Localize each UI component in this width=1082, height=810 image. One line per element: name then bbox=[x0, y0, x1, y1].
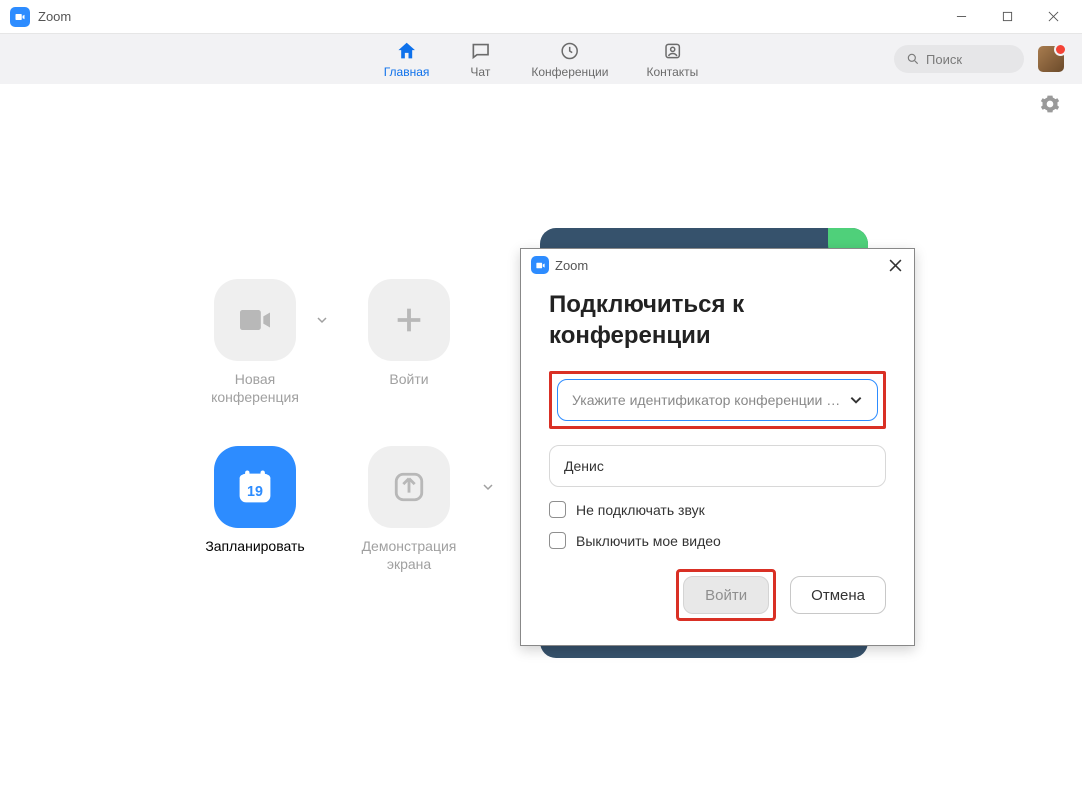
dialog-window-title: Zoom bbox=[555, 258, 588, 273]
nav-label: Контакты bbox=[646, 65, 698, 79]
nav-contacts[interactable]: Контакты bbox=[646, 40, 698, 79]
title-bar: Zoom bbox=[0, 0, 1082, 34]
nav-meetings[interactable]: Конференции bbox=[531, 40, 608, 79]
maximize-button[interactable] bbox=[984, 0, 1030, 34]
gear-icon bbox=[1040, 94, 1060, 114]
plus-icon bbox=[392, 303, 426, 337]
zoom-logo-icon bbox=[10, 7, 30, 27]
nav-label: Чат bbox=[470, 65, 490, 79]
tile-share-screen[interactable]: Демонстрация экрана bbox=[344, 446, 474, 573]
nav-home[interactable]: Главная bbox=[384, 40, 430, 79]
option-label: Не подключать звук bbox=[576, 502, 705, 518]
meeting-id-input[interactable]: Укажите идентификатор конференции … bbox=[557, 379, 878, 421]
chat-icon bbox=[467, 40, 493, 62]
search-placeholder: Поиск bbox=[926, 52, 962, 67]
name-input[interactable]: Денис bbox=[549, 445, 886, 487]
chevron-down-icon bbox=[849, 393, 863, 407]
annotation-highlight: Войти bbox=[676, 569, 776, 621]
chevron-down-icon[interactable] bbox=[316, 313, 328, 331]
top-toolbar: Главная Чат Конференции Контакты Поиск bbox=[0, 34, 1082, 84]
nav-chat[interactable]: Чат bbox=[467, 40, 493, 79]
tile-label: Демонстрация экрана bbox=[349, 538, 469, 573]
clock-icon bbox=[557, 40, 583, 62]
tile-label: Войти bbox=[389, 371, 428, 389]
chevron-down-icon[interactable] bbox=[482, 480, 494, 498]
video-icon bbox=[235, 300, 275, 340]
option-no-video[interactable]: Выключить мое видео bbox=[549, 532, 886, 549]
tile-label: Новая конференция bbox=[195, 371, 315, 406]
tile-join[interactable]: Войти bbox=[344, 279, 474, 406]
nav-label: Конференции bbox=[531, 65, 608, 79]
avatar[interactable] bbox=[1038, 46, 1064, 72]
nav-label: Главная bbox=[384, 65, 430, 79]
search-icon bbox=[906, 52, 920, 66]
annotation-highlight: Укажите идентификатор конференции … bbox=[549, 371, 886, 429]
search-box[interactable]: Поиск bbox=[894, 45, 1024, 73]
option-label: Выключить мое видео bbox=[576, 533, 721, 549]
minimize-button[interactable] bbox=[938, 0, 984, 34]
dialog-close-button[interactable] bbox=[886, 256, 904, 274]
checkbox-icon bbox=[549, 532, 566, 549]
join-meeting-dialog: Zoom Подключиться к конференции Укажите … bbox=[520, 248, 915, 646]
dialog-title: Подключиться к конференции bbox=[549, 289, 886, 351]
tile-schedule[interactable]: 19 Запланировать bbox=[190, 446, 320, 573]
meeting-id-placeholder: Укажите идентификатор конференции … bbox=[572, 392, 840, 408]
tile-new-meeting[interactable]: Новая конференция bbox=[190, 279, 320, 406]
cancel-button[interactable]: Отмена bbox=[790, 576, 886, 614]
zoom-logo-icon bbox=[531, 256, 549, 274]
calendar-icon: 19 bbox=[233, 465, 277, 509]
option-no-audio[interactable]: Не подключать звук bbox=[549, 501, 886, 518]
share-up-icon bbox=[392, 470, 426, 504]
nav-tabs: Главная Чат Конференции Контакты bbox=[384, 40, 699, 79]
checkbox-icon bbox=[549, 501, 566, 518]
tile-label: Запланировать bbox=[205, 538, 304, 556]
join-button[interactable]: Войти bbox=[683, 576, 769, 614]
close-button[interactable] bbox=[1030, 0, 1076, 34]
svg-text:19: 19 bbox=[247, 484, 263, 500]
window-title: Zoom bbox=[38, 9, 71, 24]
settings-button[interactable] bbox=[1040, 94, 1060, 119]
name-value: Денис bbox=[564, 458, 604, 474]
home-icon bbox=[394, 40, 420, 62]
contacts-icon bbox=[659, 40, 685, 62]
